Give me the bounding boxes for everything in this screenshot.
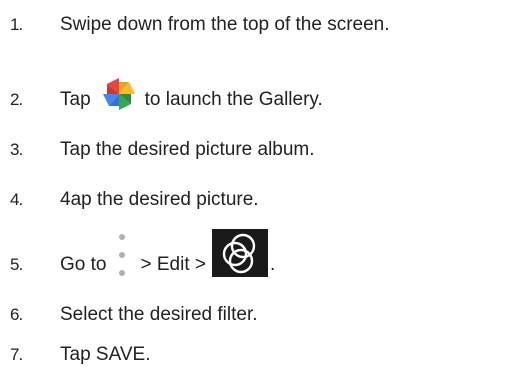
instruction-list: 1. Swipe down from the top of the screen… [0,0,520,380]
step-text: Swipe down from the top of the screen. [60,10,390,40]
step-text: Go to > Edit > . [60,229,276,291]
step-6-text: Select the desired filter. [60,304,258,325]
step-text: 4ap the desired picture. [60,185,259,215]
step-4-text: 4ap the desired picture. [60,189,259,210]
step-number: 6. [10,305,23,324]
step-text: Tap the desired picture album. [60,135,315,165]
step-5-before: Go to [60,254,107,275]
step-2-after: to launch the Gallery. [144,89,323,110]
photos-pinwheel-icon [99,74,139,114]
more-options-icon [116,229,128,281]
step-number: 7. [10,345,23,364]
filter-icon [211,229,268,277]
step-number: 5. [10,255,23,274]
step-number: 1. [10,15,23,34]
step-2-before: Tap [60,89,91,110]
step-number: 2. [10,90,23,109]
step-text: Tap to launch the Gallery. [60,78,323,120]
step-3-text: Tap the desired picture album. [60,139,315,160]
step-text: Select the desired filter. [60,300,258,330]
step-number: 3. [10,140,23,159]
step-text: Tap SAVE. [60,340,150,370]
step-1-text: Swipe down from the top of the screen. [60,14,390,35]
step-5-after: . [269,254,276,275]
step-5-middle: > Edit > [140,254,206,275]
step-7-text: Tap SAVE. [60,344,151,365]
step-number: 4. [10,190,23,209]
